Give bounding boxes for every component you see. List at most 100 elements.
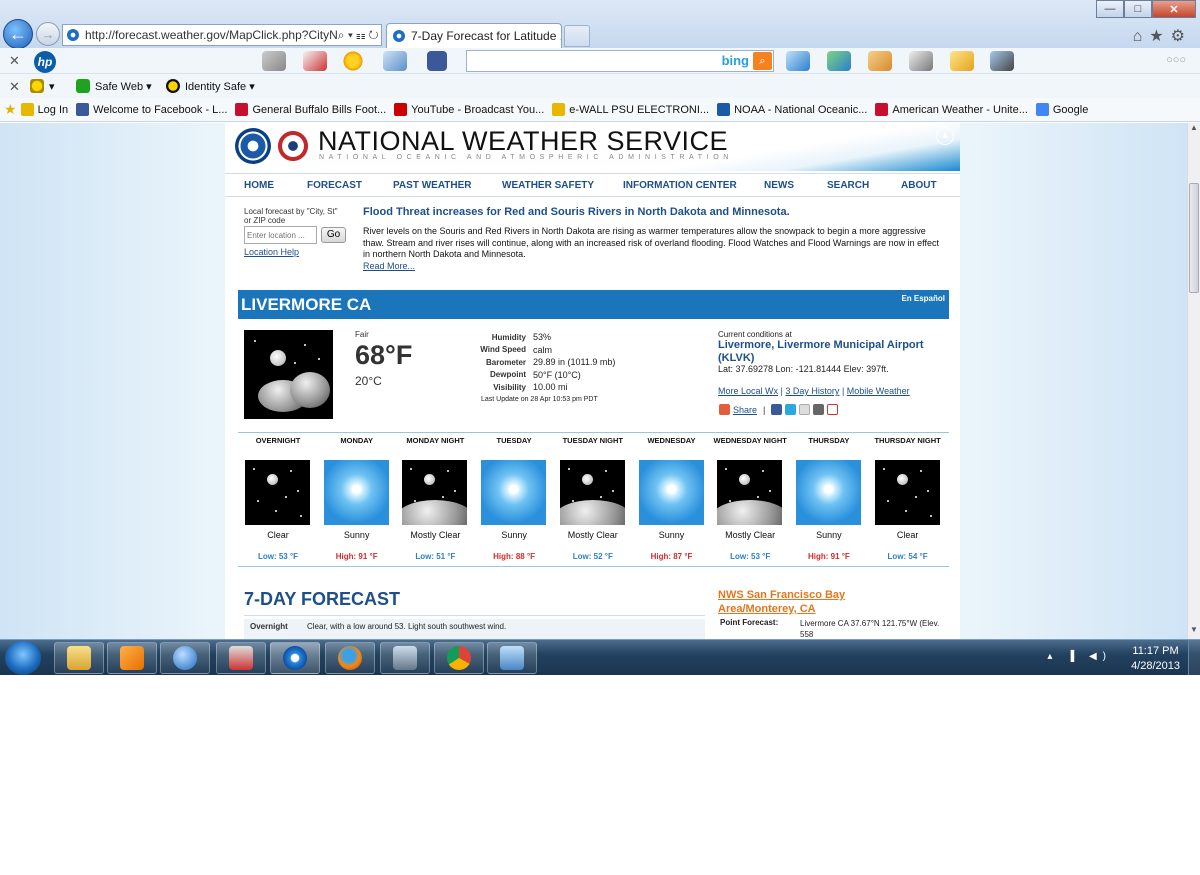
toolbar-app-icon[interactable] [262, 51, 286, 71]
taskbar-globe-app[interactable] [160, 642, 210, 674]
system-tray-icons[interactable]: ▴ ▐ ◀) [1047, 651, 1112, 662]
news-headline[interactable]: Flood Threat increases for Red and Souri… [363, 206, 790, 218]
nav-weather-safety[interactable]: WEATHER SAFETY [502, 180, 594, 191]
facebook-icon[interactable] [771, 404, 783, 415]
nav-information-center[interactable]: INFORMATION CENTER [623, 180, 737, 191]
gmail-icon[interactable] [827, 404, 839, 415]
forecast-period-name: TUESDAY NIGHT [562, 436, 624, 445]
taskbar-photos[interactable] [487, 642, 537, 674]
taskbar-media-player[interactable] [107, 642, 157, 674]
bing-search-input[interactable]: bing ⌕ [466, 50, 774, 72]
facebook-icon[interactable] [427, 51, 447, 71]
show-desktop-button[interactable] [1188, 640, 1200, 675]
norton-check-button[interactable]: ▾ [30, 79, 55, 93]
favorite-link[interactable]: YouTube - Broadcast You... [394, 103, 544, 116]
nav-home[interactable]: HOME [244, 180, 274, 191]
accessibility-icon[interactable]: ▲ [936, 127, 954, 145]
print-icon[interactable] [813, 404, 825, 415]
three-day-history-link[interactable]: 3 Day History [785, 386, 839, 396]
toolbar-app-icon[interactable] [909, 51, 933, 71]
nav-about[interactable]: ABOUT [901, 180, 937, 191]
nav-search[interactable]: SEARCH [827, 180, 869, 191]
forward-button[interactable]: → [36, 22, 60, 46]
clock[interactable]: 11:17 PM 4/28/2013 [1131, 644, 1180, 674]
scrollbar[interactable]: ▲ ▼ [1187, 123, 1200, 639]
favorite-icon [235, 103, 249, 116]
mobile-weather-link[interactable]: Mobile Weather [847, 386, 910, 396]
toolbar-more-icon[interactable]: ○○○ [1166, 54, 1186, 66]
seven-day-title: 7-DAY FORECAST [244, 589, 401, 609]
nav-past-weather[interactable]: PAST WEATHER [393, 180, 472, 191]
favorite-link[interactable]: Welcome to Facebook - L... [76, 103, 227, 116]
share-icon[interactable] [719, 404, 730, 415]
toolbar-close-button[interactable]: ✕ [9, 79, 20, 95]
safe-web-button[interactable]: Safe Web ▾ [76, 79, 152, 93]
close-window-button[interactable]: ✕ [1152, 0, 1196, 18]
detail-label: Dewpoint [490, 370, 526, 380]
address-controls[interactable]: ⌕ ▾ ☷ ↻ ✕ [338, 28, 381, 43]
address-text[interactable]: http://forecast.weather.gov/MapClick.php… [85, 28, 338, 42]
favorite-link[interactable]: General Buffalo Bills Foot... [235, 103, 386, 116]
minimize-button[interactable]: — [1096, 0, 1124, 18]
identity-safe-button[interactable]: Identity Safe ▾ [166, 79, 255, 93]
nws-logo-icon[interactable] [275, 128, 311, 164]
favorite-link[interactable]: Google [1035, 103, 1088, 116]
favorite-link[interactable]: e-WALL PSU ELECTRONI... [552, 103, 709, 116]
email-icon[interactable] [799, 404, 811, 415]
photo-icon [500, 646, 524, 670]
scroll-thumb[interactable] [1189, 183, 1199, 293]
location-help-link[interactable]: Location Help [244, 247, 299, 257]
favorite-link[interactable]: NOAA - National Oceanic... [717, 103, 867, 116]
mail-icon[interactable] [383, 51, 407, 71]
taskbar-internet-explorer[interactable] [270, 642, 320, 674]
favorites-star-icon[interactable]: ★ [4, 101, 17, 118]
weather-sun-icon[interactable] [341, 51, 365, 71]
location-search-input[interactable] [244, 226, 317, 244]
back-button[interactable]: ← [3, 19, 33, 49]
new-tab-button[interactable] [564, 25, 590, 47]
go-button[interactable]: Go [321, 227, 346, 243]
nws-office-link[interactable]: NWS San Francisco Bay Area/Monterey, CA [718, 588, 878, 616]
station-name[interactable]: Livermore, Livermore Municipal Airport (… [718, 339, 938, 365]
taskbar-firefox[interactable] [325, 642, 375, 674]
twitter-icon[interactable] [785, 404, 797, 415]
forecast-strip: OVERNIGHT Clear Low: 53 °F MONDAY Sunny High:… [238, 432, 949, 567]
toolbar-app-icon[interactable] [868, 51, 892, 71]
scroll-down-icon[interactable]: ▼ [1188, 625, 1200, 639]
tab-forecast[interactable]: 7-Day Forecast for Latitude ... ✕ [386, 23, 562, 48]
forecast-desc: Sunny [343, 530, 370, 540]
address-bar[interactable]: http://forecast.weather.gov/MapClick.php… [62, 24, 382, 46]
nav-forecast[interactable]: FORECAST [307, 180, 362, 191]
toolbar-app-icon[interactable] [303, 51, 327, 71]
favorite-link[interactable]: American Weather - Unite... [875, 103, 1028, 116]
mostly-clear-night-icon [717, 460, 783, 525]
share-link[interactable]: Share [733, 405, 757, 415]
home-favorites-tools-icons[interactable]: ⌂★⚙ [1133, 26, 1192, 46]
sunny-icon [323, 460, 389, 525]
taskbar-explorer[interactable] [54, 642, 104, 674]
forecast-desc: Mostly Clear [567, 530, 618, 540]
espanol-link[interactable]: En Español [901, 294, 945, 303]
favorite-link[interactable]: Log In [20, 103, 68, 116]
local-forecast-label: Local forecast by "City, St" or ZIP code [244, 207, 338, 225]
maximize-button[interactable]: □ [1124, 0, 1152, 18]
video-icon[interactable] [990, 51, 1014, 71]
start-button[interactable] [5, 641, 41, 675]
nav-news[interactable]: NEWS [764, 180, 794, 191]
hp-app-icon[interactable] [786, 51, 810, 71]
globe-icon[interactable] [827, 51, 851, 71]
search-icon[interactable]: ⌕ [753, 52, 772, 70]
read-more-link[interactable]: Read More... [363, 261, 415, 271]
taskbar-hp[interactable] [380, 642, 430, 674]
favorite-icon [1035, 103, 1049, 116]
hp-logo-icon[interactable]: hp [34, 51, 56, 73]
toolbar-close-button[interactable]: ✕ [9, 53, 20, 69]
scroll-up-icon[interactable]: ▲ [1188, 123, 1200, 137]
toolbar-app-icon[interactable] [950, 51, 974, 71]
taskbar-app[interactable] [216, 642, 266, 674]
more-local-wx-link[interactable]: More Local Wx [718, 386, 778, 396]
noaa-logo-icon[interactable] [235, 128, 271, 164]
taskbar-chrome[interactable] [434, 642, 484, 674]
detail-label: Wind Speed [480, 345, 526, 355]
detail-label: Visibility [493, 382, 526, 392]
